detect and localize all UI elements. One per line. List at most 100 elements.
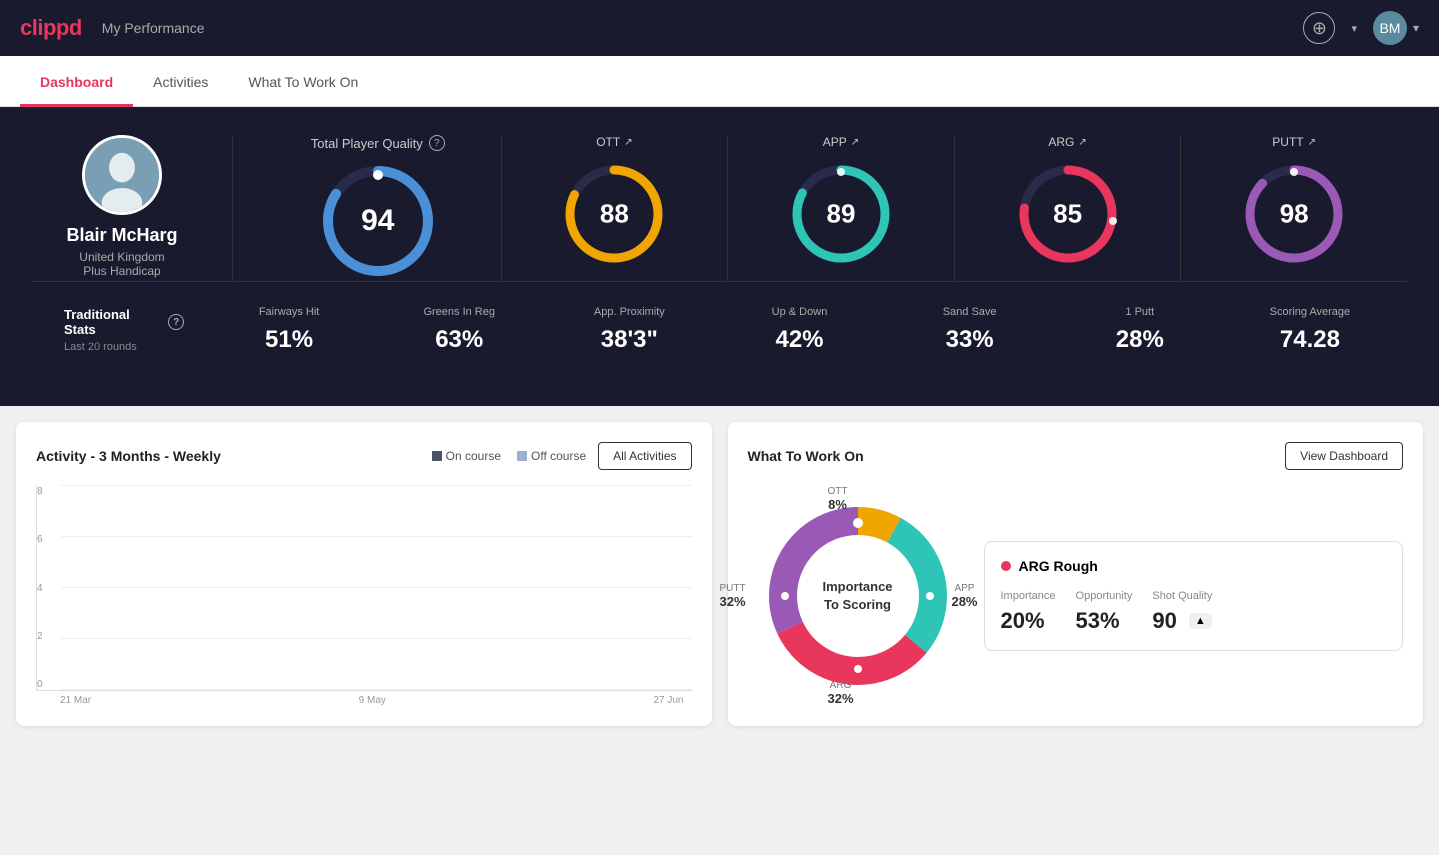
putt-donut-label: PUTT 32% [720,583,746,609]
total-gauge-label: Total Player Quality ? [311,135,445,151]
tab-activities[interactable]: Activities [133,56,228,107]
x-axis: 21 Mar 9 May 27 Jun [36,691,692,706]
fairways-value: 51% [265,326,313,354]
oneputt-value: 28% [1116,326,1164,354]
view-dashboard-button[interactable]: View Dashboard [1285,442,1403,470]
app-donut-label: APP 28% [951,583,977,609]
gauge-arg: ARG ↗ 85 [955,135,1182,281]
app-arrow-icon: ↗ [851,137,859,148]
red-dot-icon [1001,561,1011,571]
offcourse-legend-dot [517,451,527,461]
player-country: United Kingdom [79,250,164,264]
oncourse-legend-dot [432,451,442,461]
gauge-app: APP ↗ 89 [728,135,955,281]
ott-donut-label: OTT 8% [828,486,848,512]
fairways-label: Fairways Hit [259,306,320,318]
stat-greens: Greens In Reg 63% [394,306,524,354]
trad-stats-subtitle: Last 20 rounds [64,341,184,353]
x-label-1: 9 May [359,695,386,706]
arg-label: ARG ↗ [1048,135,1086,149]
putt-score: 98 [1280,199,1309,230]
bar-chart: 8 6 4 2 0 [36,486,692,706]
stat-scoring: Scoring Average 74.28 [1245,306,1375,354]
x-label-2: 27 Jun [653,695,683,706]
gauge-total: Total Player Quality ? 94 [265,135,502,281]
activity-card-header: Activity - 3 Months - Weekly On course O… [36,442,692,470]
greens-value: 63% [435,326,483,354]
activity-legend: On course Off course [432,449,587,463]
y-label-4: 4 [37,583,43,594]
stat-oneputt: 1 Putt 28% [1075,306,1205,354]
arg-score: 85 [1053,199,1082,230]
work-on-content: ImportanceTo Scoring OTT 8% APP 28% ARG … [748,486,1404,706]
scoring-value: 74.28 [1280,326,1340,354]
detail-card-title: ARG Rough [1001,558,1387,574]
stats-panel: Blair McHarg United Kingdom Plus Handica… [0,107,1439,406]
arg-arrow-icon: ↗ [1078,137,1086,148]
proximity-value: 38'3" [601,326,658,354]
bottom-section: Activity - 3 Months - Weekly On course O… [0,406,1439,742]
tab-dashboard[interactable]: Dashboard [20,56,133,107]
detail-card: ARG Rough Importance 20% Opportunity 53%… [984,541,1404,651]
y-axis: 8 6 4 2 0 [37,486,47,690]
updown-value: 42% [775,326,823,354]
activity-chart-title: Activity - 3 Months - Weekly [36,448,221,464]
stat-sandsave: Sand Save 33% [905,306,1035,354]
avatar-button[interactable]: BM ▾ [1373,11,1419,45]
stat-proximity: App. Proximity 38'3" [564,306,694,354]
sandsave-value: 33% [946,326,994,354]
player-avatar [82,135,162,215]
app-gauge-container: 89 [786,159,896,269]
logo[interactable]: clippd [20,15,82,41]
header-title: My Performance [102,20,205,36]
donut-chart-area: ImportanceTo Scoring OTT 8% APP 28% ARG … [748,486,968,706]
trad-stats: Traditional Stats ? Last 20 rounds Fairw… [32,281,1407,378]
greens-label: Greens In Reg [423,306,495,318]
stats-top: Blair McHarg United Kingdom Plus Handica… [32,135,1407,281]
putt-gauge-container: 98 [1239,159,1349,269]
arg-donut-label: ARG 32% [828,680,854,706]
shot-quality-row: 90 ▲ [1152,608,1212,634]
header: clippd My Performance ⊕ ▾ BM ▾ [0,0,1439,56]
add-button[interactable]: ⊕ [1303,12,1335,44]
y-label-8: 8 [37,486,43,497]
trad-stats-info-icon[interactable]: ? [168,314,184,330]
oneputt-label: 1 Putt [1125,306,1154,318]
grid-line-4 [61,587,692,588]
activity-legend-area: On course Off course All Activities [432,442,692,470]
grid-line-6 [61,536,692,537]
app-label: APP ↗ [823,135,859,149]
updown-label: Up & Down [772,306,828,318]
shot-quality-value: 90 [1152,608,1176,634]
shot-quality-label: Shot Quality [1152,590,1212,602]
logo-text: clippd [20,15,82,41]
total-gauge-container: 94 [318,161,438,281]
arg-gauge-container: 85 [1013,159,1123,269]
bar-chart-area: 8 6 4 2 0 [36,486,692,691]
player-info: Blair McHarg United Kingdom Plus Handica… [32,135,232,278]
shot-quality-metric: Shot Quality 90 ▲ [1152,590,1212,634]
grid-line-8 [61,485,692,486]
info-icon[interactable]: ? [429,135,445,151]
tabs-nav: Dashboard Activities What To Work On [0,56,1439,107]
total-score: 94 [361,204,394,238]
plus-icon: ⊕ [1312,18,1327,39]
header-right: ⊕ ▾ BM ▾ [1303,11,1419,45]
y-label-0: 0 [37,679,43,690]
all-activities-button[interactable]: All Activities [598,442,691,470]
header-left: clippd My Performance [20,15,204,41]
tab-what-to-work-on[interactable]: What To Work On [228,56,378,107]
opportunity-metric: Opportunity 53% [1076,590,1133,634]
scoring-label: Scoring Average [1270,306,1351,318]
putt-arrow-icon: ↗ [1308,137,1316,148]
detail-metrics: Importance 20% Opportunity 53% Shot Qual… [1001,590,1387,634]
avatar: BM [1373,11,1407,45]
gauges-section: Total Player Quality ? 94 OTT ↗ [232,135,1407,281]
gauge-putt: PUTT ↗ 98 [1181,135,1407,281]
player-name: Blair McHarg [66,225,177,246]
opportunity-label: Opportunity [1076,590,1133,602]
legend-offcourse: Off course [517,449,586,463]
opportunity-value: 53% [1076,608,1133,634]
ott-label: OTT ↗ [596,135,632,149]
shot-quality-badge: ▲ [1189,613,1212,629]
